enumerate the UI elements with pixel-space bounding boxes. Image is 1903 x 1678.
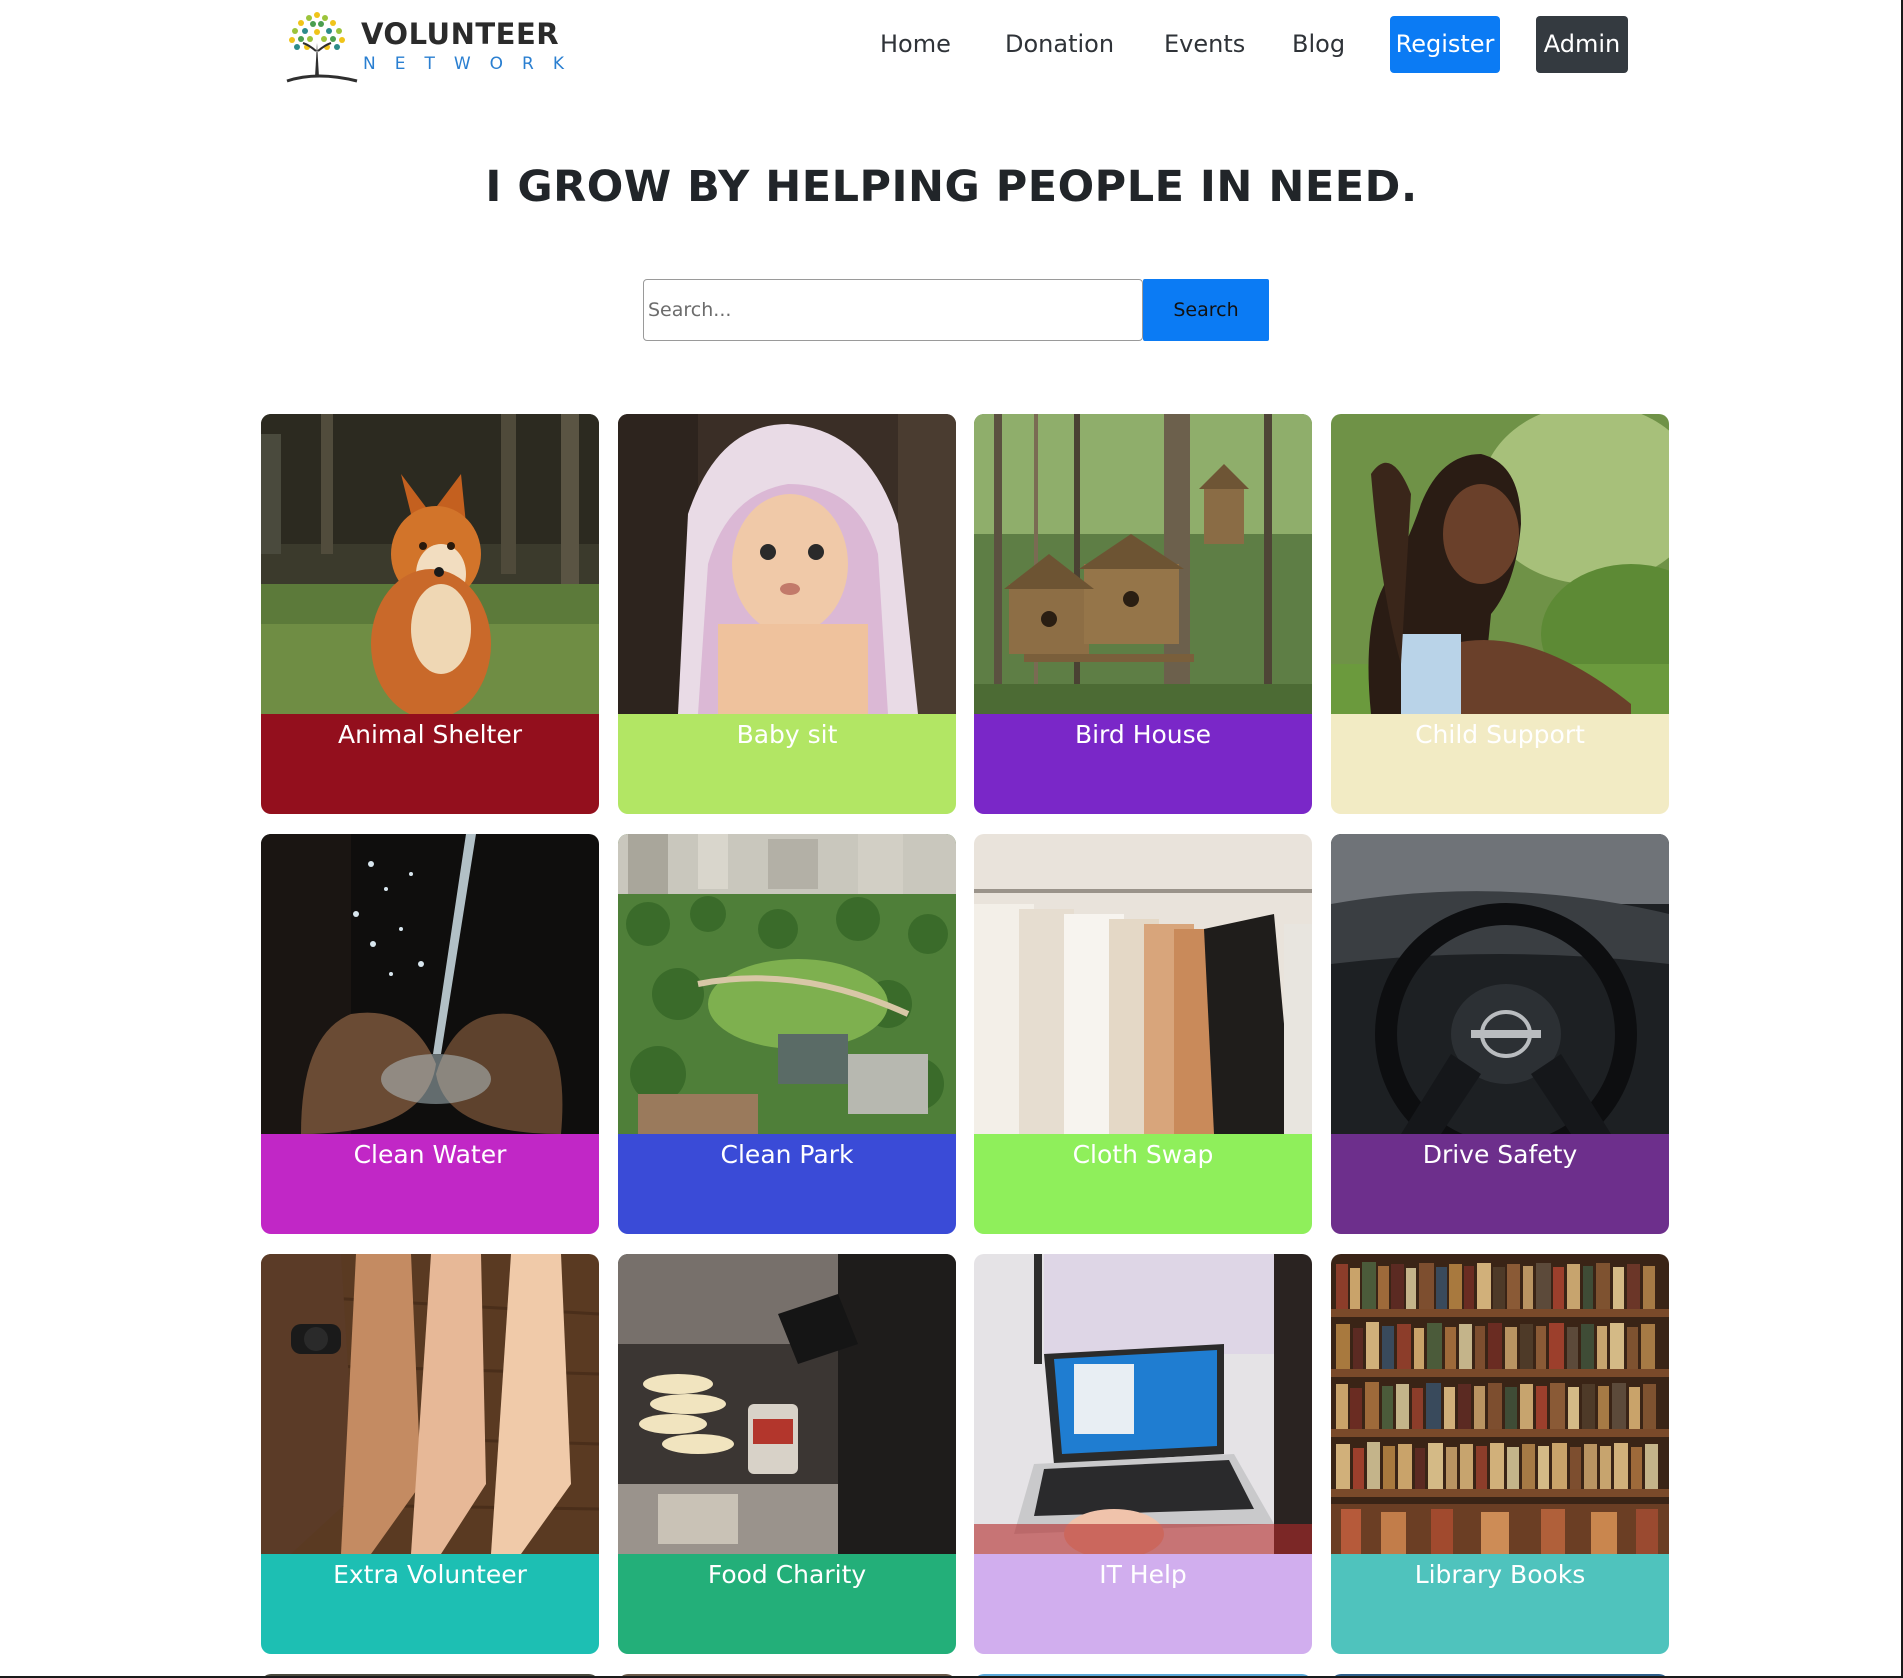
site-logo[interactable]: VOLUNTEER NETWORK [281, 7, 564, 85]
card-label: Clean Water [261, 1134, 599, 1234]
clothes-rack-image [974, 834, 1312, 1134]
card-label: Bird House [974, 714, 1312, 814]
tree-logo-icon [286, 12, 358, 83]
nav-events[interactable]: Events [1164, 16, 1245, 73]
search-button[interactable]: Search [1143, 279, 1269, 341]
event-card-it-help[interactable]: IT Help [974, 1254, 1312, 1654]
water-hands-image [261, 834, 599, 1134]
logo-subtitle: NETWORK [363, 54, 583, 74]
park-image [618, 834, 956, 1134]
event-card-library-books[interactable]: Library Books [1331, 1254, 1669, 1654]
event-card-extra-volunteer[interactable]: Extra Volunteer [261, 1254, 599, 1654]
search-input[interactable] [643, 279, 1143, 341]
search-bar: Search [643, 279, 1269, 341]
page-title: I GROW BY HELPING PEOPLE IN NEED. [485, 162, 1418, 212]
event-card-clean-water[interactable]: Clean Water [261, 834, 599, 1234]
card-label: Clean Park [618, 1134, 956, 1234]
event-card-child-support[interactable]: Child Support [1331, 414, 1669, 814]
event-card-grid: Animal Shelter Baby sit Bird House Child… [261, 414, 1669, 1676]
card-label: Animal Shelter [261, 714, 599, 814]
card-label: Drive Safety [1331, 1134, 1669, 1234]
fox-image [261, 414, 599, 714]
page: VOLUNTEER NETWORK Home Donation Events B… [0, 0, 1903, 1678]
card-label: Baby sit [618, 714, 956, 814]
card-label: Cloth Swap [974, 1134, 1312, 1234]
event-card-food-charity[interactable]: Food Charity [618, 1254, 956, 1654]
library-image [1331, 1254, 1669, 1554]
register-button[interactable]: Register [1390, 16, 1500, 73]
card-label: Extra Volunteer [261, 1554, 599, 1654]
nav-home[interactable]: Home [880, 16, 951, 73]
logo-word: VOLUNTEER [361, 17, 560, 51]
card-label: IT Help [974, 1554, 1312, 1654]
event-card-baby-sit[interactable]: Baby sit [618, 414, 956, 814]
event-card-animal-shelter[interactable]: Animal Shelter [261, 414, 599, 814]
steering-wheel-image [1331, 834, 1669, 1134]
event-card-clean-park[interactable]: Clean Park [618, 834, 956, 1234]
card-label: Child Support [1331, 714, 1669, 814]
baby-image [618, 414, 956, 714]
nav-donation[interactable]: Donation [1005, 16, 1114, 73]
event-card-drive-safety[interactable]: Drive Safety [1331, 834, 1669, 1234]
bird-house-image [974, 414, 1312, 714]
event-card-bird-house[interactable]: Bird House [974, 414, 1312, 814]
laptop-image [974, 1254, 1312, 1554]
card-label: Food Charity [618, 1554, 956, 1654]
hands-image [261, 1254, 599, 1554]
event-card-cloth-swap[interactable]: Cloth Swap [974, 834, 1312, 1234]
card-label: Library Books [1331, 1554, 1669, 1654]
admin-button[interactable]: Admin [1536, 16, 1628, 73]
nav-blog[interactable]: Blog [1292, 16, 1345, 73]
child-image [1331, 414, 1669, 714]
food-charity-image [618, 1254, 956, 1554]
